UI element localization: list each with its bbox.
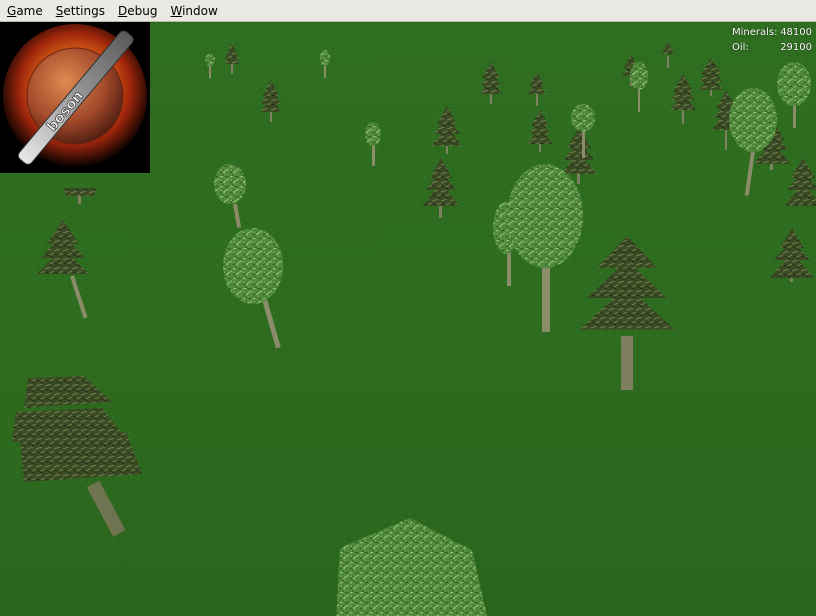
- oil-label: Oil:: [732, 42, 749, 53]
- menu-window[interactable]: Window: [163, 0, 223, 22]
- menu-window-mnemonic: W: [170, 3, 183, 18]
- menu-debug[interactable]: Debug: [111, 0, 163, 22]
- menu-game-mnemonic: G: [7, 3, 17, 18]
- menu-debug-mnemonic: D: [117, 3, 128, 18]
- oil-value: 29100: [780, 42, 812, 53]
- resource-panel: Minerals: 48100 Oil: 29100: [732, 25, 812, 55]
- minerals-row: Minerals: 48100: [732, 25, 812, 40]
- minerals-label: Minerals:: [732, 27, 778, 38]
- oil-row: Oil: 29100: [732, 40, 812, 55]
- boson-logo: boson: [0, 22, 150, 173]
- menu-bar: Game Settings Debug Window: [0, 0, 816, 22]
- menu-settings-label: ettings: [63, 3, 105, 18]
- menu-debug-label: ebug: [127, 3, 158, 18]
- menu-settings[interactable]: Settings: [49, 0, 111, 22]
- minerals-value: 48100: [780, 27, 812, 38]
- menu-game[interactable]: Game: [0, 0, 49, 22]
- menu-game-label: ame: [16, 3, 43, 18]
- menu-window-label: indow: [182, 3, 218, 18]
